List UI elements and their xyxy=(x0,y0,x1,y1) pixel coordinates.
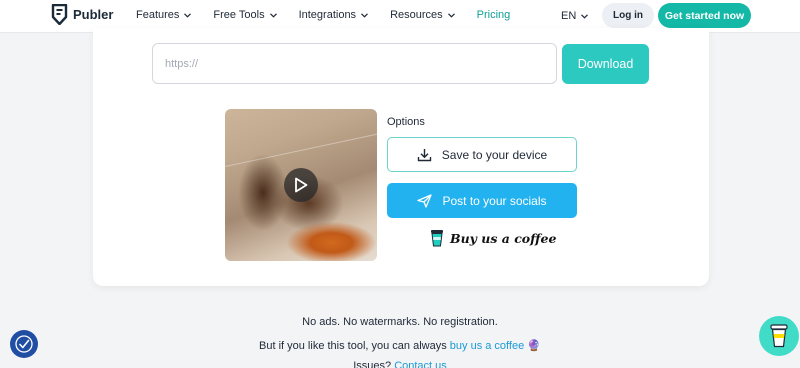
url-input[interactable] xyxy=(152,43,557,84)
post-to-socials-label: Post to your socials xyxy=(442,193,547,208)
nav-free-tools[interactable]: Free Tools xyxy=(213,9,277,21)
play-button[interactable] xyxy=(284,168,318,202)
options-heading: Options xyxy=(387,116,425,128)
chevron-down-icon xyxy=(447,12,455,18)
accessibility-button[interactable] xyxy=(10,330,38,358)
issues-prefix: Issues? xyxy=(353,360,392,368)
publer-logo[interactable]: Publer xyxy=(51,4,113,25)
chevron-down-icon xyxy=(184,12,192,18)
issues-note: Issues? Contact us xyxy=(0,360,800,368)
buy-coffee-inline-link[interactable]: buy us a coffee xyxy=(450,340,524,352)
chevron-down-icon xyxy=(581,13,589,19)
save-to-device-button[interactable]: Save to your device xyxy=(387,137,577,172)
crystal-ball-emoji: 🔮 xyxy=(527,340,541,352)
buy-coffee-floating-button[interactable] xyxy=(759,316,799,356)
post-to-socials-button[interactable]: Post to your socials xyxy=(387,183,577,218)
nav-integrations[interactable]: Integrations xyxy=(299,9,368,21)
contact-us-link[interactable]: Contact us xyxy=(394,360,447,368)
nav-resources[interactable]: Resources xyxy=(390,9,455,21)
no-ads-note: No ads. No watermarks. No registration. xyxy=(302,316,498,328)
nav-free-tools-label: Free Tools xyxy=(213,9,265,21)
download-icon xyxy=(417,148,431,161)
video-frame-detail xyxy=(225,130,377,169)
nav-resources-label: Resources xyxy=(390,9,443,21)
nav-pricing-label: Pricing xyxy=(476,9,511,21)
nav-features-label: Features xyxy=(136,9,180,21)
coffee-cup-icon xyxy=(770,324,788,348)
coffee-cup-icon xyxy=(431,230,443,247)
publer-logo-icon xyxy=(51,4,68,25)
nav-integrations-label: Integrations xyxy=(298,9,357,21)
support-note-prefix: But if you like this tool, you can alway… xyxy=(259,340,447,352)
login-button[interactable]: Log in xyxy=(602,3,654,28)
play-icon xyxy=(295,177,308,193)
chevron-down-icon xyxy=(269,12,277,18)
buy-coffee-link[interactable]: Buy us a coffee xyxy=(430,229,556,247)
get-started-button[interactable]: Get started now xyxy=(658,3,751,28)
language-selector[interactable]: EN xyxy=(561,10,589,22)
support-note: But if you like this tool, you can alway… xyxy=(0,339,800,352)
nav-features[interactable]: Features xyxy=(136,9,192,21)
brand-name: Publer xyxy=(73,7,114,22)
main-nav: Features Free Tools Integrations Resourc… xyxy=(136,9,532,21)
nav-pricing[interactable]: Pricing xyxy=(477,9,511,21)
save-to-device-label: Save to your device xyxy=(441,147,548,162)
buy-coffee-label: Buy us a coffee xyxy=(450,230,557,246)
chevron-down-icon xyxy=(361,12,368,18)
language-label: EN xyxy=(561,10,577,22)
download-button[interactable]: Download xyxy=(562,44,649,84)
accessibility-icon xyxy=(15,335,33,353)
send-icon xyxy=(417,193,433,208)
